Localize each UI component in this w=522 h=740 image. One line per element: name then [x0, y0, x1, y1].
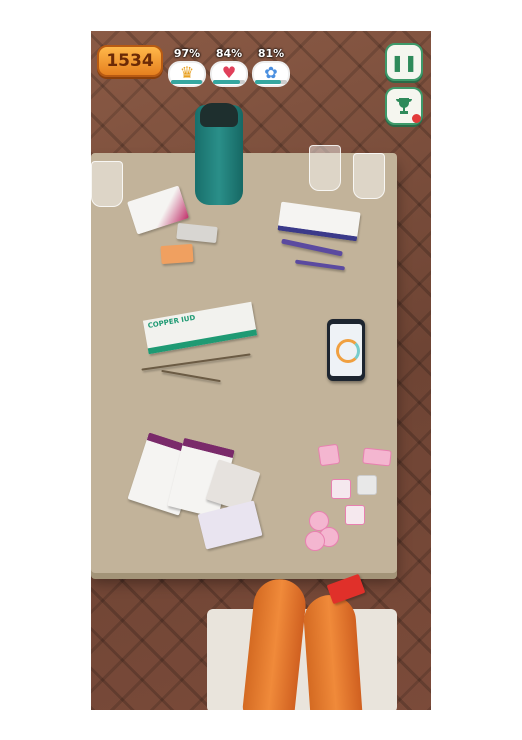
pause-button[interactable]: ❚❚ [385, 43, 423, 81]
pause-icon: ❚❚ [390, 52, 418, 72]
stat-bar [171, 80, 203, 84]
sneaker [326, 573, 366, 605]
stat-flower: 81% ✿ [251, 47, 291, 87]
coin-counter: 1534 [97, 45, 163, 77]
condom[interactable] [305, 531, 325, 551]
cycle-ring [336, 339, 360, 363]
condom-pack[interactable] [357, 475, 377, 495]
stat-bar-fill [255, 80, 281, 84]
plastic-cup[interactable] [309, 145, 341, 191]
condom-pack[interactable] [345, 505, 365, 525]
stat-bar [213, 80, 245, 84]
stat-bar-fill [213, 80, 240, 84]
condom-pack[interactable] [317, 443, 341, 467]
game-scene: COPPER IUD 1534 97% ♛ 84% ♥ 81% ✿ ❚❚ [91, 31, 431, 710]
stat-percent: 81% [257, 47, 285, 60]
stat-bar [255, 80, 287, 84]
patch-pack[interactable] [160, 243, 194, 265]
condom-pack[interactable] [331, 479, 351, 499]
trophy-icon [396, 98, 412, 114]
plastic-cup[interactable] [91, 161, 123, 207]
stat-crown: 97% ♛ [167, 47, 207, 87]
coin-count: 1534 [106, 51, 154, 71]
phone-screen [330, 324, 362, 376]
condom-pack[interactable] [362, 447, 392, 467]
stat-percent: 84% [215, 47, 243, 60]
stat-heart: 84% ♥ [209, 47, 249, 87]
plastic-cup[interactable] [353, 153, 385, 199]
phone-cycle-app[interactable] [327, 319, 365, 381]
stat-percent: 97% [173, 47, 201, 60]
bottle-cap [200, 103, 238, 127]
notification-dot [412, 114, 421, 123]
stat-bar-fill [171, 80, 203, 84]
